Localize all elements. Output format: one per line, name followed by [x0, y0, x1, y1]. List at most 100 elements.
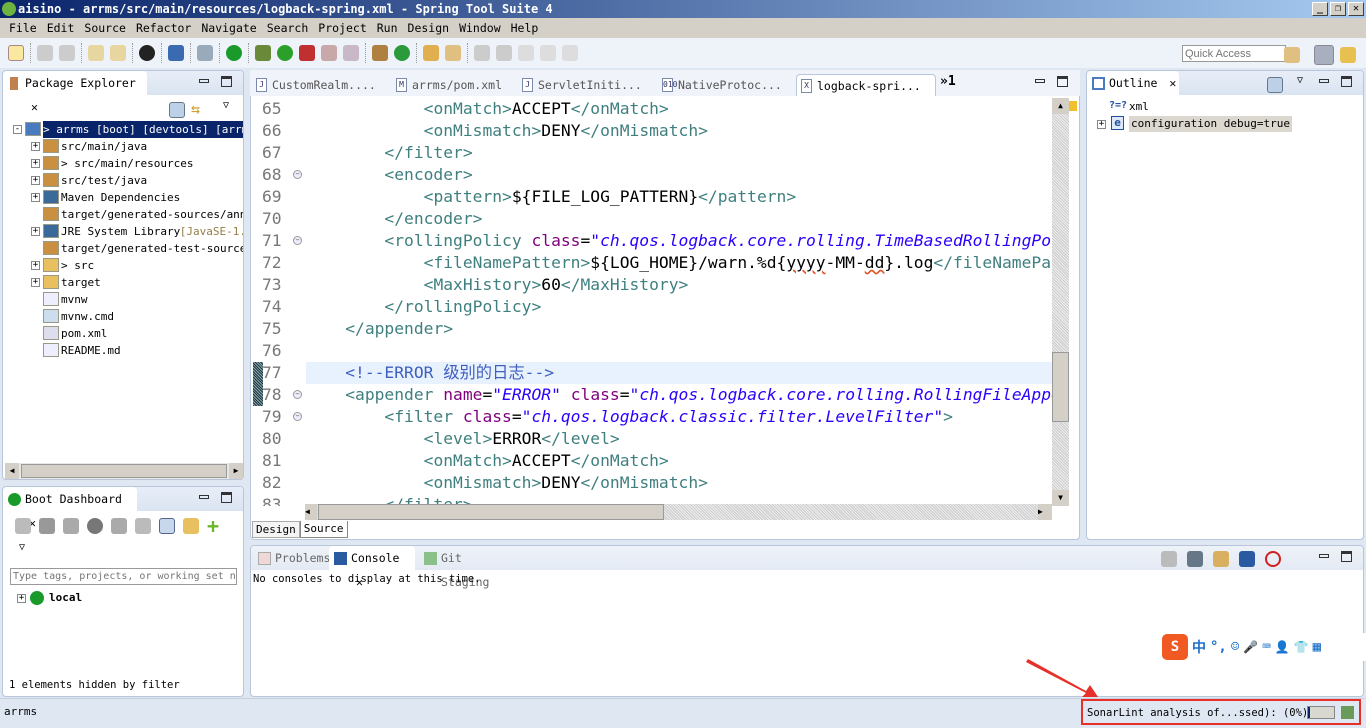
- horizontal-scrollbar[interactable]: ◀ ▶: [5, 463, 243, 479]
- menu-window[interactable]: Window: [454, 18, 506, 38]
- run-icon[interactable]: [277, 45, 293, 61]
- tab-boot-dashboard[interactable]: Boot Dashboard ✕: [3, 487, 137, 530]
- git-perspective-icon[interactable]: [1340, 47, 1356, 63]
- expand-icon[interactable]: -: [13, 125, 22, 134]
- next-annotation-icon[interactable]: [474, 45, 490, 61]
- skin-icon[interactable]: 👕: [1294, 640, 1309, 654]
- code-line[interactable]: 65 <onMatch>ACCEPT</onMatch>: [252, 98, 1052, 120]
- add-icon[interactable]: +: [207, 516, 223, 536]
- maximize-icon[interactable]: [1057, 76, 1068, 87]
- editor-tab[interactable]: 010 NativeProtoc...: [658, 74, 788, 96]
- minimize-icon[interactable]: [1319, 554, 1329, 558]
- open-type-icon[interactable]: [88, 45, 104, 61]
- tree-item[interactable]: pom.xml: [3, 325, 243, 342]
- tree-item[interactable]: mvnw: [3, 291, 243, 308]
- tree-item[interactable]: + Maven Dependencies: [3, 189, 243, 206]
- search-icon[interactable]: [445, 45, 461, 61]
- run-last-icon[interactable]: [343, 45, 359, 61]
- code-line[interactable]: 76: [252, 340, 1052, 362]
- overview-ruler-marker[interactable]: [1069, 101, 1077, 111]
- editor-tab[interactable]: J ServletIniti...: [518, 74, 648, 96]
- menu-navigate[interactable]: Navigate: [196, 18, 261, 38]
- restore-button[interactable]: ❐: [1330, 2, 1346, 16]
- tree-item[interactable]: + src/main/java: [3, 138, 243, 155]
- user-icon[interactable]: 👤: [1275, 640, 1290, 654]
- open-perspective-icon[interactable]: [1284, 47, 1300, 63]
- horizontal-scrollbar[interactable]: ◀ ▶: [305, 504, 1052, 520]
- minimize-button[interactable]: _: [1312, 2, 1328, 16]
- tree-item[interactable]: target/generated-sources/annot:: [3, 206, 243, 223]
- code-line[interactable]: 78− <appender name="ERROR" class="ch.qos…: [252, 384, 1052, 406]
- open-browser-icon[interactable]: [87, 518, 103, 534]
- maximize-icon[interactable]: [221, 76, 232, 87]
- menu-source[interactable]: Source: [79, 18, 131, 38]
- stop-icon[interactable]: [63, 518, 79, 534]
- maximize-icon[interactable]: [1341, 76, 1352, 87]
- emoji-icon[interactable]: ☺: [1231, 639, 1239, 655]
- tree-item[interactable]: README.md: [3, 342, 243, 359]
- fold-toggle-icon[interactable]: −: [293, 390, 302, 399]
- view-menu-icon[interactable]: ▽: [19, 542, 25, 553]
- fold-toggle-icon[interactable]: −: [293, 412, 302, 421]
- maximize-icon[interactable]: [221, 492, 232, 503]
- tree-item[interactable]: mvnw.cmd: [3, 308, 243, 325]
- menu-run[interactable]: Run: [372, 18, 403, 38]
- code-line[interactable]: 67 </filter>: [252, 142, 1052, 164]
- prev-annotation-icon[interactable]: [496, 45, 512, 61]
- sonarlint-icon[interactable]: [1265, 551, 1281, 567]
- new-class-icon[interactable]: [394, 45, 410, 61]
- code-line[interactable]: 71− <rollingPolicy class="ch.qos.logback…: [252, 230, 1052, 252]
- code-line[interactable]: 73 <MaxHistory>60</MaxHistory>: [252, 274, 1052, 296]
- close-icon[interactable]: ✕: [31, 100, 38, 114]
- start-icon[interactable]: [15, 518, 31, 534]
- menu-edit[interactable]: Edit: [42, 18, 80, 38]
- tree-item[interactable]: + > src: [3, 257, 243, 274]
- code-line[interactable]: 81 <onMatch>ACCEPT</onMatch>: [252, 450, 1052, 472]
- view-menu-icon[interactable]: ▽: [1297, 75, 1303, 86]
- sogou-logo-icon[interactable]: S: [1162, 634, 1188, 660]
- display-console-icon[interactable]: [1187, 551, 1203, 567]
- expand-icon[interactable]: +: [1097, 120, 1106, 129]
- user-icon[interactable]: [139, 45, 155, 61]
- code-line[interactable]: 68− <encoder>: [252, 164, 1052, 186]
- properties-icon[interactable]: [1239, 551, 1255, 567]
- menu-refactor[interactable]: Refactor: [131, 18, 196, 38]
- expand-icon[interactable]: +: [31, 227, 40, 236]
- menu-file[interactable]: File: [4, 18, 42, 38]
- code-line[interactable]: 77 <!--ERROR 级别的日志-->: [262, 362, 1052, 384]
- keyboard-icon[interactable]: ⌨: [1262, 639, 1270, 655]
- menu-help[interactable]: Help: [506, 18, 544, 38]
- code-line[interactable]: 69 <pattern>${FILE_LOG_PATTERN}</pattern…: [252, 186, 1052, 208]
- code-line[interactable]: 72 <fileNamePattern>${LOG_HOME}/warn.%d{…: [252, 252, 1052, 274]
- view-menu-icon[interactable]: ▽: [223, 100, 229, 111]
- fold-toggle-icon[interactable]: −: [293, 170, 302, 179]
- local-target[interactable]: local: [49, 591, 82, 604]
- tree-item[interactable]: target/generated-test-sources/-: [3, 240, 243, 257]
- expand-icon[interactable]: +: [31, 159, 40, 168]
- tree-item[interactable]: + > src/main/resources: [3, 155, 243, 172]
- progress-area[interactable]: SonarLint analysis of...ssed): (0%): [1081, 699, 1361, 725]
- close-button[interactable]: ✕: [1348, 2, 1364, 16]
- tab-git-staging[interactable]: Git Staging: [419, 546, 515, 589]
- code-line[interactable]: 80 <level>ERROR</level>: [252, 428, 1052, 450]
- link-with-editor-icon[interactable]: ⇆: [191, 100, 200, 118]
- open-console-icon[interactable]: [1213, 551, 1229, 567]
- code-line[interactable]: 74 </rollingPolicy>: [252, 296, 1052, 318]
- tab-console[interactable]: Console ✕: [329, 546, 415, 589]
- run-external-icon[interactable]: [299, 45, 315, 61]
- save-icon[interactable]: [37, 45, 53, 61]
- expand-icon[interactable]: +: [31, 176, 40, 185]
- minimize-icon[interactable]: [199, 79, 209, 83]
- expand-icon[interactable]: +: [31, 261, 40, 270]
- collapse-all-icon[interactable]: [1267, 77, 1283, 93]
- outline-item-xml[interactable]: xml: [1129, 100, 1149, 113]
- debug-icon[interactable]: [255, 45, 271, 61]
- pin-console-icon[interactable]: [1161, 551, 1177, 567]
- tab-design[interactable]: Design: [252, 521, 300, 538]
- vertical-scrollbar[interactable]: ▲ ▼: [1052, 98, 1069, 506]
- console-icon[interactable]: [168, 45, 184, 61]
- filter-input[interactable]: [10, 568, 237, 585]
- open-resource-icon[interactable]: [110, 45, 126, 61]
- menu-project[interactable]: Project: [313, 18, 371, 38]
- expand-icon[interactable]: +: [31, 278, 40, 287]
